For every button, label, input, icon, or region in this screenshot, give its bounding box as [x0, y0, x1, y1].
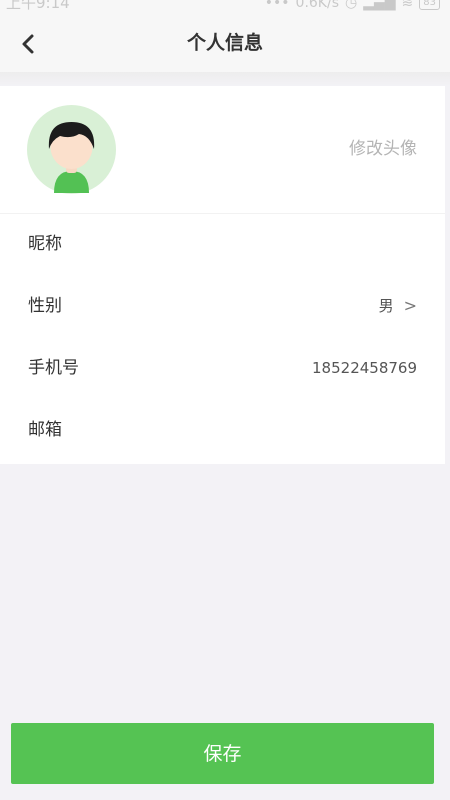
alarm-icon: ◷ [345, 0, 358, 11]
header-shadow [0, 72, 450, 86]
signal-icon: ▂▄▆ [363, 0, 396, 11]
chevron-right-icon: > [403, 296, 417, 315]
nickname-row[interactable]: 昵称 [0, 213, 445, 275]
status-time: 上午9:14 [6, 0, 70, 12]
status-icons: ••• 0.6K/s ◷ ▂▄▆ ≋ 83 [265, 0, 440, 13]
network-speed: 0.6K/s [295, 0, 339, 11]
gender-value-wrap: 男 > [379, 275, 417, 337]
gender-label: 性别 [28, 296, 62, 316]
battery-icon: 83 [419, 0, 440, 10]
info-card: 修改头像 昵称 性别 男 > 手机号 18522458769 邮箱 [0, 86, 445, 464]
avatar[interactable] [27, 105, 116, 194]
change-avatar-link[interactable]: 修改头像 [349, 136, 417, 162]
dots-icon: ••• [264, 0, 290, 11]
email-label: 邮箱 [28, 420, 62, 440]
status-bar: 上午9:14 ••• 0.6K/s ◷ ▂▄▆ ≋ 83 [0, 0, 450, 14]
page-title: 个人信息 [186, 32, 263, 54]
nav-bar: 个人信息 [0, 14, 450, 72]
phone-value: 18522458769 [312, 359, 417, 377]
phone-label: 手机号 [28, 358, 79, 378]
gender-value: 男 [378, 297, 394, 315]
avatar-row[interactable]: 修改头像 [0, 86, 445, 214]
save-button[interactable]: 保存 [11, 723, 434, 784]
gender-row[interactable]: 性别 男 > [0, 275, 445, 337]
nickname-label: 昵称 [28, 234, 62, 254]
wifi-icon: ≋ [401, 0, 414, 11]
email-row[interactable]: 邮箱 [0, 399, 445, 461]
phone-row[interactable]: 手机号 18522458769 [0, 337, 445, 399]
